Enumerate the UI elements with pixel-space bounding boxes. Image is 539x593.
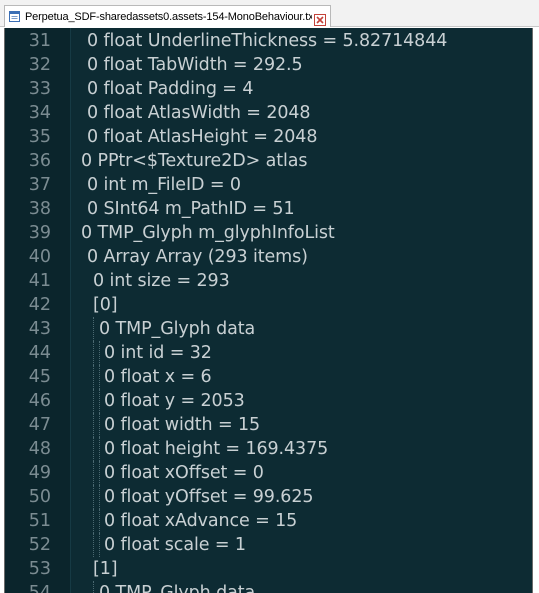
editor-line[interactable]: 50 0 float yOffset = 99.625 bbox=[5, 485, 532, 509]
indent-guide bbox=[93, 485, 95, 509]
line-number: 46 bbox=[28, 391, 51, 411]
tab-bar: Perpetua_SDF-sharedassets0.assets-154-Mo… bbox=[0, 0, 539, 27]
editor-line[interactable]: 31 0 float UnderlineThickness = 5.8271484… bbox=[5, 29, 532, 53]
editor-line[interactable]: 37 0 int m_FileID = 0 bbox=[5, 173, 532, 197]
line-number: 37 bbox=[28, 175, 51, 195]
editor-line[interactable]: 32 0 float TabWidth = 292.5 bbox=[5, 53, 532, 77]
line-number: 42 bbox=[28, 295, 51, 315]
line-number: 35 bbox=[28, 127, 51, 147]
indent-guide bbox=[93, 461, 95, 485]
line-number: 34 bbox=[28, 103, 51, 123]
line-text: 0 TMP_Glyph data bbox=[99, 583, 256, 593]
line-text: 0 SInt64 m_PathID = 51 bbox=[87, 199, 295, 219]
line-number: 54 bbox=[28, 583, 51, 593]
tab-title: Perpetua_SDF-sharedassets0.assets-154-Mo… bbox=[25, 10, 312, 23]
editor-line[interactable]: 34 0 float AtlasWidth = 2048 bbox=[5, 101, 532, 125]
text-editor[interactable]: 31 0 float UnderlineThickness = 5.8271484… bbox=[4, 28, 533, 593]
line-text: 0 TMP_Glyph data bbox=[99, 319, 256, 339]
line-number: 49 bbox=[28, 463, 51, 483]
text-file-icon bbox=[8, 10, 21, 23]
line-text: 0 float Padding = 4 bbox=[87, 79, 254, 99]
editor-line[interactable]: 42 [0] bbox=[5, 293, 532, 317]
indent-guide bbox=[99, 413, 101, 437]
line-number: 44 bbox=[28, 343, 51, 363]
line-number: 41 bbox=[28, 271, 51, 291]
indent-guide bbox=[93, 581, 95, 593]
line-text: 0 float scale = 1 bbox=[104, 535, 246, 555]
editor-line[interactable]: 52 0 float scale = 1 bbox=[5, 533, 532, 557]
line-number: 40 bbox=[28, 247, 51, 267]
editor-line[interactable]: 44 0 int id = 32 bbox=[5, 341, 532, 365]
line-number: 51 bbox=[28, 511, 51, 531]
indent-guide bbox=[93, 509, 95, 533]
indent-guide bbox=[99, 461, 101, 485]
editor-line[interactable]: 33 0 float Padding = 4 bbox=[5, 77, 532, 101]
indent-guide bbox=[99, 365, 101, 389]
line-text: [0] bbox=[93, 295, 118, 315]
indent-guide bbox=[99, 341, 101, 365]
line-number: 39 bbox=[28, 223, 51, 243]
line-text: 0 TMP_Glyph m_glyphInfoList bbox=[81, 223, 335, 243]
line-number: 36 bbox=[28, 151, 51, 171]
line-number: 47 bbox=[28, 415, 51, 435]
indent-guide bbox=[99, 389, 101, 413]
line-text: 0 float width = 15 bbox=[104, 415, 261, 435]
line-text: 0 float xOffset = 0 bbox=[104, 463, 264, 483]
line-text: 0 float y = 2053 bbox=[104, 391, 245, 411]
editor-line[interactable]: 41 0 int size = 293 bbox=[5, 269, 532, 293]
line-text: 0 Array Array (293 items) bbox=[87, 247, 308, 267]
line-number: 31 bbox=[28, 31, 51, 51]
line-number: 45 bbox=[28, 367, 51, 387]
line-text: 0 float TabWidth = 292.5 bbox=[87, 55, 303, 75]
file-tab[interactable]: Perpetua_SDF-sharedassets0.assets-154-Mo… bbox=[4, 5, 331, 27]
line-text: 0 float AtlasHeight = 2048 bbox=[87, 127, 318, 147]
indent-guide bbox=[99, 437, 101, 461]
line-text: 0 float UnderlineThickness = 5.82714844 bbox=[87, 31, 448, 51]
indent-guide bbox=[93, 341, 95, 365]
editor-line[interactable]: 35 0 float AtlasHeight = 2048 bbox=[5, 125, 532, 149]
editor-line[interactable]: 53 [1] bbox=[5, 557, 532, 581]
line-text: [1] bbox=[93, 559, 118, 579]
line-text: 0 int size = 293 bbox=[93, 271, 230, 291]
line-text: 0 int m_FileID = 0 bbox=[87, 175, 241, 195]
indent-guide bbox=[93, 389, 95, 413]
indent-guide bbox=[93, 317, 95, 341]
indent-guide bbox=[93, 365, 95, 389]
editor-line[interactable]: 46 0 float y = 2053 bbox=[5, 389, 532, 413]
line-text: 0 float height = 169.4375 bbox=[104, 439, 329, 459]
indent-guide bbox=[99, 533, 101, 557]
line-text: 0 float x = 6 bbox=[104, 367, 212, 387]
line-number: 48 bbox=[28, 439, 51, 459]
line-number: 43 bbox=[28, 319, 51, 339]
indent-guide bbox=[93, 413, 95, 437]
indent-guide bbox=[99, 509, 101, 533]
indent-guide bbox=[93, 533, 95, 557]
line-number: 32 bbox=[28, 55, 51, 75]
editor-line[interactable]: 36 0 PPtr<$Texture2D> atlas bbox=[5, 149, 532, 173]
line-text: 0 PPtr<$Texture2D> atlas bbox=[81, 151, 308, 171]
editor-line[interactable]: 45 0 float x = 6 bbox=[5, 365, 532, 389]
line-text: 0 float AtlasWidth = 2048 bbox=[87, 103, 311, 123]
indent-guide bbox=[93, 437, 95, 461]
line-number: 50 bbox=[28, 487, 51, 507]
line-number: 38 bbox=[28, 199, 51, 219]
editor-line[interactable]: 39 0 TMP_Glyph m_glyphInfoList bbox=[5, 221, 532, 245]
line-text: 0 int id = 32 bbox=[104, 343, 212, 363]
editor-line[interactable]: 43 0 TMP_Glyph data bbox=[5, 317, 532, 341]
close-icon[interactable] bbox=[314, 11, 326, 26]
editor-line[interactable]: 40 0 Array Array (293 items) bbox=[5, 245, 532, 269]
editor-line[interactable]: 38 0 SInt64 m_PathID = 51 bbox=[5, 197, 532, 221]
line-text: 0 float yOffset = 99.625 bbox=[104, 487, 314, 507]
line-number: 53 bbox=[28, 559, 51, 579]
editor-line[interactable]: 51 0 float xAdvance = 15 bbox=[5, 509, 532, 533]
editor-line[interactable]: 47 0 float width = 15 bbox=[5, 413, 532, 437]
indent-guide bbox=[99, 485, 101, 509]
editor-line[interactable]: 49 0 float xOffset = 0 bbox=[5, 461, 532, 485]
editor-line[interactable]: 48 0 float height = 169.4375 bbox=[5, 437, 532, 461]
editor-line[interactable]: 54 0 TMP_Glyph data bbox=[5, 581, 532, 593]
line-number: 52 bbox=[28, 535, 51, 555]
line-number: 33 bbox=[28, 79, 51, 99]
line-text: 0 float xAdvance = 15 bbox=[104, 511, 298, 531]
